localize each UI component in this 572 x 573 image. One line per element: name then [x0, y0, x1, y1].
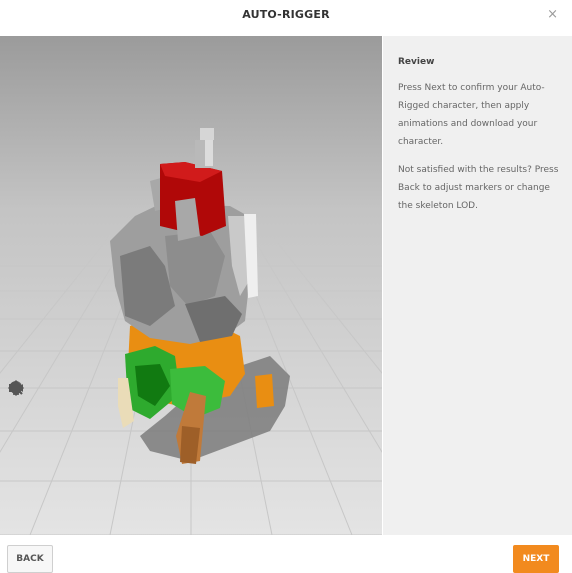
- panel-heading: Review: [398, 57, 435, 67]
- character-preview: [0, 36, 382, 535]
- 3d-viewport[interactable]: [0, 36, 382, 535]
- zoom-icon[interactable]: [8, 381, 24, 462]
- window-title: AUTO-RIGGER: [242, 8, 330, 21]
- rotate-icon[interactable]: [8, 381, 24, 422]
- next-button[interactable]: NEXT: [513, 545, 559, 573]
- title-bar: AUTO-RIGGER ×: [0, 0, 572, 36]
- review-panel: Review Press Next to confirm your Auto-R…: [383, 36, 572, 535]
- viewport-toolbar: [8, 380, 26, 506]
- camera-icon[interactable]: [8, 384, 24, 502]
- close-icon[interactable]: ×: [547, 7, 558, 22]
- panel-paragraph-1: Press Next to confirm your Auto-Rigged c…: [398, 83, 545, 147]
- back-button[interactable]: BACK: [7, 545, 53, 573]
- move-icon[interactable]: [8, 380, 24, 442]
- power-icon[interactable]: [8, 381, 24, 482]
- panel-paragraph-2: Not satisfied with the results? Press Ba…: [398, 165, 559, 211]
